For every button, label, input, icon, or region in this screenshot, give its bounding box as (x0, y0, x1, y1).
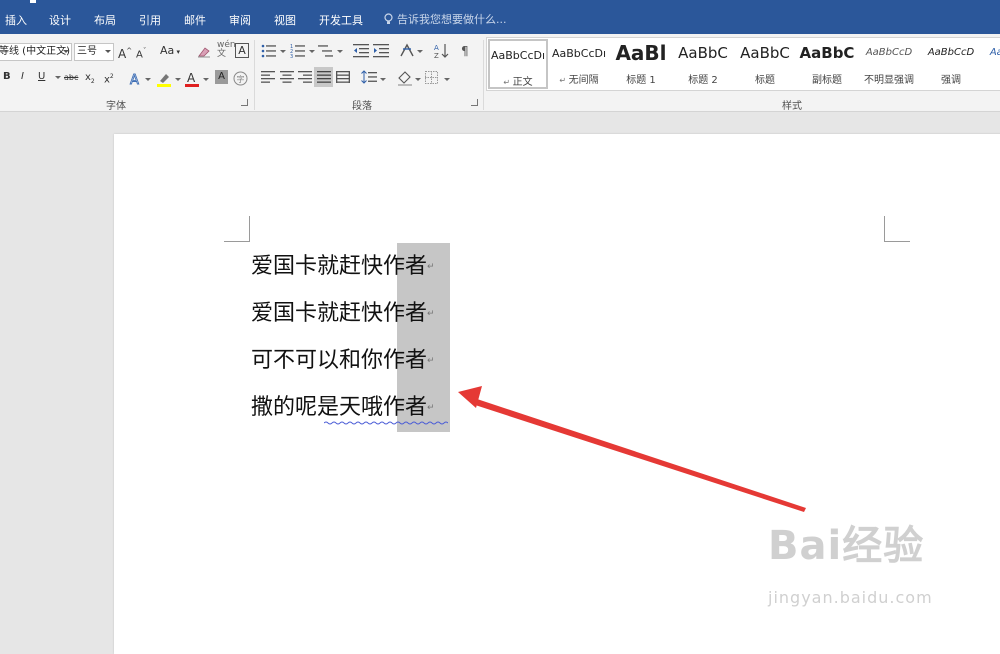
watermark-url: jingyan.baidu.com (768, 588, 933, 607)
baidu-jingyan-watermark: Bai经验 jingyan.baidu.com (768, 523, 932, 607)
watermark-logo: Bai经验 (768, 523, 925, 569)
